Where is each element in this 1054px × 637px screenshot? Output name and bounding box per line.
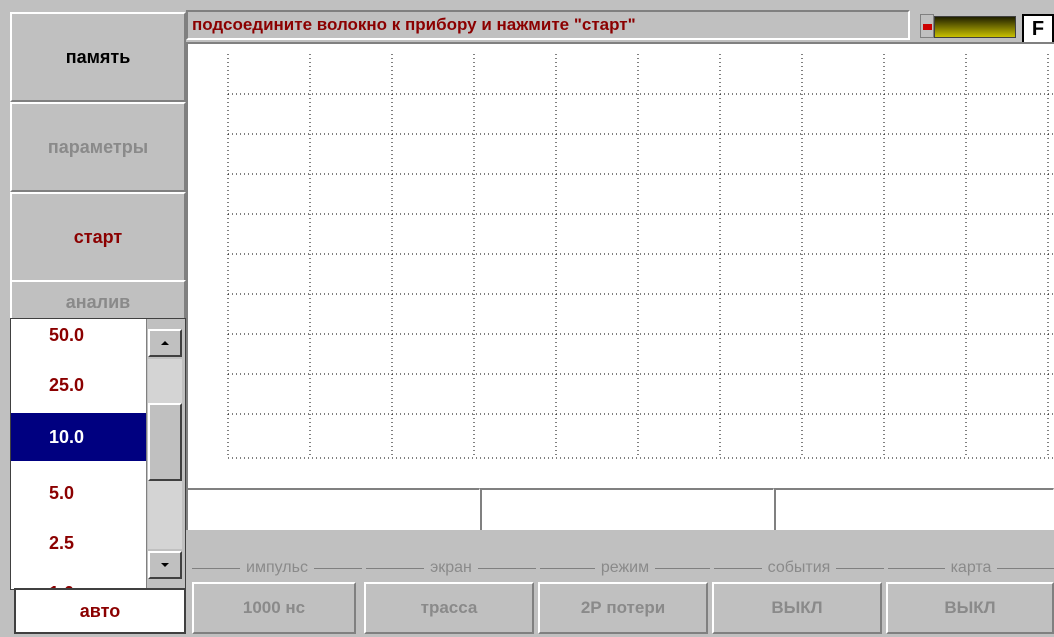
range-value-box[interactable]: авто <box>14 588 186 634</box>
scroll-thumb[interactable] <box>148 403 182 481</box>
start-button[interactable]: старт <box>10 192 186 282</box>
info-box-left <box>186 488 480 530</box>
memory-button[interactable]: память <box>10 12 186 102</box>
parameters-label: параметры <box>47 136 149 157</box>
memory-label: память <box>65 46 131 67</box>
status-message: подсоедините волокно к прибору и нажмите… <box>186 10 910 40</box>
scroll-track-upper[interactable] <box>148 359 182 403</box>
dropdown-item[interactable]: 1.0 <box>11 569 147 589</box>
mode-button[interactable]: 2Р потери <box>538 582 708 634</box>
info-box-right <box>774 488 1054 530</box>
arrow-down-icon <box>161 563 169 567</box>
dropdown-item[interactable]: 2.5 <box>11 519 147 567</box>
parameters-button[interactable]: параметры <box>10 102 186 192</box>
indicator-red-mark <box>923 24 932 30</box>
mode-group-label: режим <box>540 558 710 578</box>
f-button-label: F <box>1031 18 1045 40</box>
map-group-label: карта <box>888 558 1054 578</box>
analysis-label: аналив <box>65 292 131 312</box>
scroll-up-button[interactable] <box>148 329 182 357</box>
range-dropdown-list[interactable]: 50.0 25.0 10.0 5.0 2.5 1.0 <box>10 318 186 590</box>
dropdown-item[interactable]: 5.0 <box>11 469 147 517</box>
dropdown-item-selected[interactable]: 10.0 <box>11 413 147 461</box>
level-bar <box>934 16 1016 38</box>
events-group-label: события <box>714 558 884 578</box>
pulse-value: 1000 нс <box>242 598 306 617</box>
range-value-text: авто <box>79 600 121 621</box>
screen-value: трасса <box>420 598 478 617</box>
scroll-down-button[interactable] <box>148 551 182 579</box>
indicator-frame <box>920 14 934 38</box>
plot-grid <box>227 54 1054 459</box>
pulse-button[interactable]: 1000 нс <box>192 582 356 634</box>
map-button[interactable]: ВЫКЛ <box>886 582 1054 634</box>
screen-button[interactable]: трасса <box>364 582 534 634</box>
dropdown-scrollbar[interactable] <box>146 319 185 589</box>
pulse-group-label: импульс <box>192 558 362 578</box>
arrow-up-icon <box>161 341 169 345</box>
dropdown-item[interactable]: 25.0 <box>11 361 147 409</box>
screen-group-label: экран <box>366 558 536 578</box>
map-value: ВЫКЛ <box>944 598 996 617</box>
start-label: старт <box>73 226 123 247</box>
dropdown-item[interactable]: 50.0 <box>11 319 147 359</box>
info-box-middle <box>480 488 774 530</box>
scroll-track-lower[interactable] <box>148 481 182 549</box>
status-text: подсоедините волокно к прибору и нажмите… <box>192 15 636 34</box>
signal-indicator <box>920 14 1016 38</box>
events-value: ВЫКЛ <box>771 598 823 617</box>
trace-plot[interactable] <box>186 42 1054 488</box>
events-button[interactable]: ВЫКЛ <box>712 582 882 634</box>
mode-value: 2Р потери <box>580 598 666 617</box>
